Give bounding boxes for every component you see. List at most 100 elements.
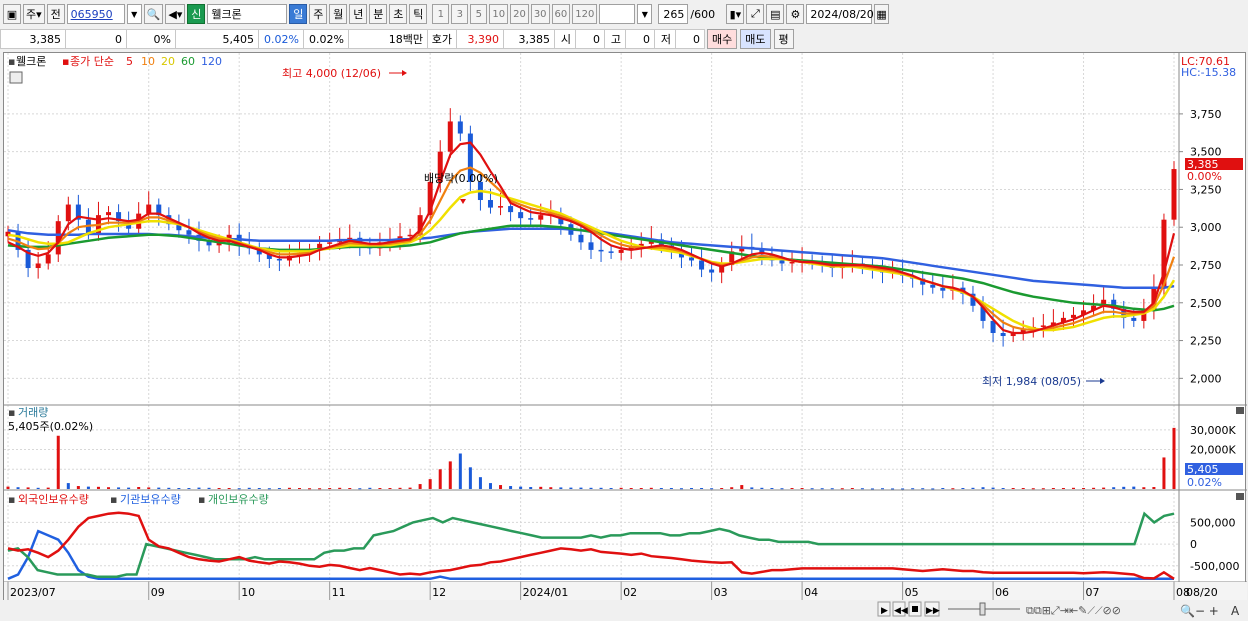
price-change: 0 [65, 29, 127, 49]
date-input[interactable]: 2024/08/20 [806, 4, 874, 24]
stock-name-field[interactable]: 웰크론 [207, 4, 288, 24]
interval-dropdown-icon[interactable]: ▼ [637, 4, 653, 24]
avg-button[interactable]: 평 [773, 29, 794, 49]
volume-bar [338, 487, 342, 489]
period-month-button[interactable]: 월 [329, 4, 348, 24]
volume-bar [368, 487, 372, 489]
candle-body [588, 242, 594, 250]
volume-bar [388, 488, 392, 490]
sell-button[interactable]: 매도 [740, 29, 771, 49]
volume-bar [609, 488, 613, 490]
candle-body [1000, 333, 1006, 337]
calculator-icon[interactable] [9, 71, 23, 84]
volume-subtitle: 5,405주(0.02%) [8, 420, 93, 433]
stock-code-input[interactable]: 065950 [66, 4, 125, 24]
indiv-holdings-line [7, 511, 1175, 578]
trade-amount: 18백만 [348, 29, 428, 49]
play-glyph: ▶ [881, 606, 888, 616]
candle-body [618, 249, 624, 253]
rewind-glyph: ◀◀ [894, 606, 908, 616]
speaker-icon[interactable]: ◀▾ [165, 4, 186, 24]
period-day-button[interactable]: 일 [289, 4, 308, 24]
volume-bar [1041, 488, 1045, 490]
buy-button[interactable]: 매수 [707, 29, 738, 49]
holdings-legend-icon-3: ▪ [198, 493, 205, 506]
font-size-icon[interactable]: A [1231, 604, 1240, 618]
volume-bar [26, 487, 30, 489]
candle-body [598, 249, 604, 252]
forward-glyph: ▶▶ [926, 606, 940, 616]
volume-bar [619, 487, 623, 489]
interval-20-button[interactable]: 20 [510, 4, 529, 24]
interval-1-button[interactable]: 1 [432, 4, 450, 24]
interval-3-button[interactable]: 3 [451, 4, 469, 24]
x-tick-label: 04 [804, 586, 818, 599]
volume-bar [428, 479, 432, 489]
settings-icon[interactable]: ⚙ [786, 4, 805, 24]
legend-icon-2: ▪ [62, 55, 69, 68]
volume-bar [810, 488, 814, 490]
period-week-button[interactable]: 주 [309, 4, 328, 24]
zoom-slider-handle[interactable] [979, 602, 986, 616]
holdings-panel-close-icon[interactable] [1236, 493, 1244, 500]
chart-area[interactable]: 3,750 3,500 3,250 3,000 2,750 2,500 2,250 2,000… [3, 52, 1247, 601]
volume-bar [117, 487, 121, 489]
interval-10-button[interactable]: 10 [489, 4, 509, 24]
interval-custom-input[interactable] [599, 4, 636, 24]
volume-bar [1031, 488, 1035, 490]
candle-body [487, 200, 493, 208]
candle-body [518, 212, 524, 219]
volume-bar [127, 487, 131, 489]
legend-ma120: 120 [201, 55, 222, 68]
interval-120-button[interactable]: 120 [572, 4, 598, 24]
window-icon[interactable]: ▣ [3, 4, 21, 24]
volume-bar [589, 487, 593, 489]
period-tick-button[interactable]: 틱 [409, 4, 428, 24]
stock-chart[interactable]: 3,750 3,500 3,250 3,000 2,750 2,500 2,250 2,000… [4, 53, 1247, 601]
code-dropdown-icon[interactable]: ▼ [126, 4, 142, 24]
volume-bar [398, 487, 402, 489]
volume-bar [881, 488, 884, 490]
period-minute-button[interactable]: 분 [369, 4, 388, 24]
candle-body [528, 218, 534, 220]
period-second-button[interactable]: 초 [389, 4, 408, 24]
volume-bar [679, 488, 683, 490]
period-dropdown[interactable]: 주 ▾ [23, 4, 45, 24]
volume-bar [478, 477, 482, 489]
volume-bar [418, 484, 422, 489]
volume-value: 5,405 [175, 29, 259, 49]
volume-bar [277, 488, 281, 490]
interval-5-button[interactable]: 5 [470, 4, 488, 24]
volume-bar [891, 488, 895, 490]
prev-button[interactable]: 전 [46, 4, 65, 24]
volume-bar [1011, 488, 1015, 490]
candle-body [779, 260, 785, 264]
interval-30-button[interactable]: 30 [530, 4, 550, 24]
volume-panel-close-icon[interactable] [1236, 407, 1244, 414]
volume-bar [649, 487, 653, 489]
period-year-button[interactable]: 년 [349, 4, 368, 24]
new-badge[interactable]: 신 [187, 4, 206, 24]
volume-tick-label: 30,000K [1190, 424, 1236, 437]
save-icon[interactable]: ▤ [766, 4, 785, 24]
candle-body [930, 284, 936, 288]
candle-body [407, 234, 413, 237]
volume-bar [287, 487, 291, 489]
search-icon[interactable]: 🔍 [143, 4, 164, 24]
volume-bar [820, 488, 824, 490]
holdings-legend-icon: ▪ [8, 493, 15, 506]
interval-60-button[interactable]: 60 [551, 4, 571, 24]
line-tool-icon[interactable]: ⤢ [746, 4, 765, 24]
volume-bar [16, 487, 20, 489]
calendar-icon[interactable]: ▦ [874, 4, 889, 24]
volume-bar [36, 487, 40, 489]
candle-type-icon[interactable]: ▮▾ [726, 4, 745, 24]
volume-bar [840, 488, 844, 490]
candle-body [1040, 325, 1046, 327]
price-tick-label: 2,000 [1190, 372, 1222, 385]
volume-bar [167, 487, 171, 489]
zoom-tool-icons[interactable]: 🔍− + [1180, 603, 1219, 618]
data-count-input[interactable]: 265 [658, 4, 689, 24]
hoga-label: 호가 [427, 29, 457, 49]
layout-tool-icons[interactable]: ⧉⧉⊞⤢⇥⇤✎⟋⟋⊘⊘ [1026, 604, 1121, 617]
